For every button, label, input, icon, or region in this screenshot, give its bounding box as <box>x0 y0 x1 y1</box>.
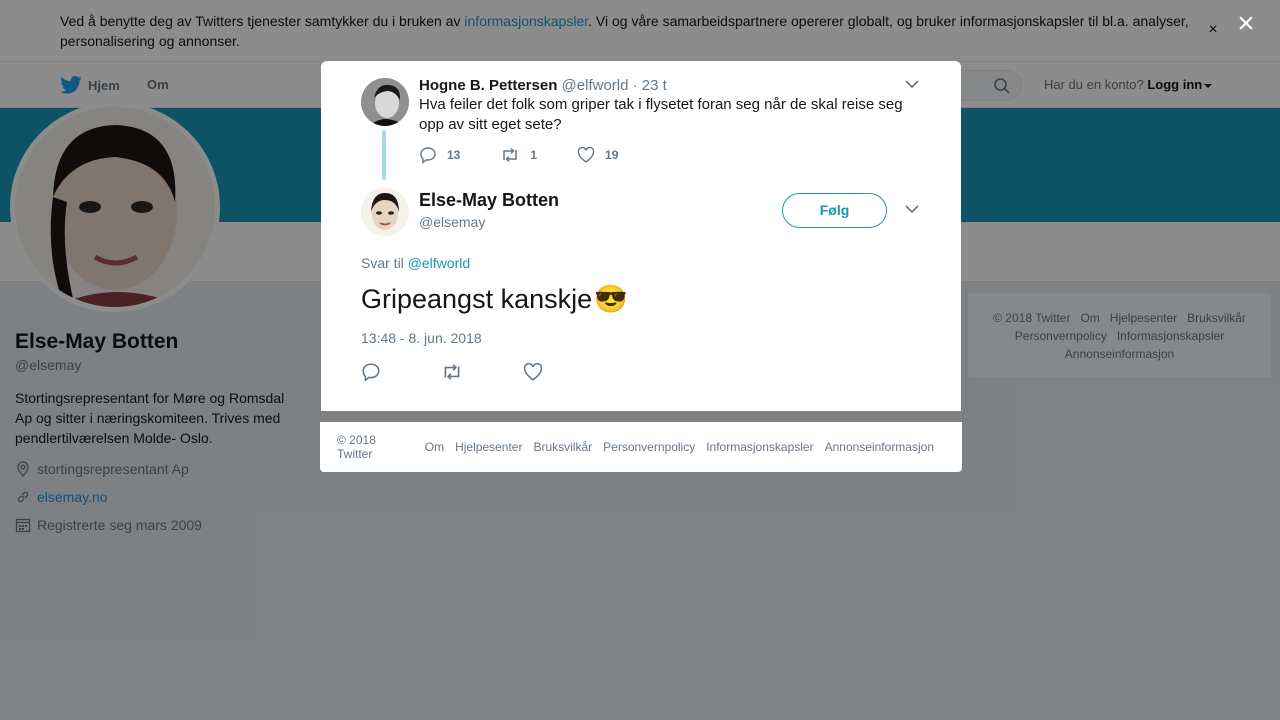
main-tweet-timestamp[interactable]: 13:48 - 8. jun. 2018 <box>361 330 482 346</box>
chevron-down-icon[interactable] <box>905 79 919 89</box>
footer-ads[interactable]: Annonseinformasjon <box>825 440 934 454</box>
retweet-icon <box>503 147 518 163</box>
footer-privacy[interactable]: Personvernpolicy <box>603 440 695 454</box>
main-avatar-image <box>361 188 409 236</box>
heart-icon <box>577 147 595 163</box>
sunglasses-emoji-icon: 😎 <box>594 284 628 314</box>
reply-button[interactable]: 13 <box>419 146 460 164</box>
modal-footer: © 2018 Twitter Om Hjelpesenter Bruksvilk… <box>320 422 962 472</box>
reply-to: Svar til @elfworld <box>361 255 470 271</box>
parent-tweet-avatar[interactable] <box>361 78 409 126</box>
main-tweet-avatar[interactable] <box>361 188 409 236</box>
footer-about[interactable]: Om <box>425 440 444 454</box>
footer-terms[interactable]: Bruksvilkår <box>533 440 592 454</box>
chevron-down-icon[interactable] <box>905 204 919 214</box>
footer-cookies[interactable]: Informasjonskapsler <box>706 440 813 454</box>
footer-copyright: © 2018 Twitter <box>337 433 376 461</box>
close-modal-button[interactable]: × <box>1234 9 1258 39</box>
main-tweet-handle[interactable]: @elsemay <box>419 214 485 230</box>
parent-avatar-image <box>361 78 409 126</box>
parent-tweet-time[interactable]: · 23 t <box>633 77 667 94</box>
parent-tweet-header: Hogne B. Pettersen @elfworld · 23 t <box>419 77 667 94</box>
parent-tweet-text: Hva feiler det folk som griper tak i fly… <box>419 96 903 133</box>
reply-icon <box>362 363 380 382</box>
footer-help[interactable]: Hjelpesenter <box>455 440 522 454</box>
retweet-button[interactable] <box>441 363 463 381</box>
reply-icon <box>420 147 436 164</box>
parent-tweet-handle[interactable]: @elfworld <box>562 77 629 94</box>
parent-tweet-name[interactable]: Hogne B. Pettersen <box>419 77 557 94</box>
like-button[interactable]: 19 <box>577 147 618 163</box>
reply-count: 13 <box>447 148 461 162</box>
parent-tweet-actions: 13 1 19 <box>419 146 658 164</box>
main-tweet-text-content: Gripeangst kanskje <box>361 284 593 314</box>
thread-line <box>382 130 386 180</box>
reply-to-link[interactable]: @elfworld <box>408 255 470 271</box>
tweet-modal: Hogne B. Pettersen @elfworld · 23 t Hva … <box>321 61 961 411</box>
like-count: 19 <box>605 148 619 162</box>
retweet-count: 1 <box>530 148 538 162</box>
main-tweet-actions <box>361 362 603 382</box>
main-tweet-name[interactable]: Else-May Botten <box>419 190 559 211</box>
main-tweet-text: Gripeangst kanskje 😎 <box>361 281 628 317</box>
reply-to-prefix: Svar til <box>361 255 404 271</box>
retweet-button[interactable]: 1 <box>500 147 537 163</box>
like-button[interactable] <box>523 363 543 381</box>
reply-button[interactable] <box>361 362 381 382</box>
heart-icon <box>523 363 543 381</box>
follow-button[interactable]: Følg <box>782 193 887 228</box>
retweet-icon <box>444 364 460 380</box>
